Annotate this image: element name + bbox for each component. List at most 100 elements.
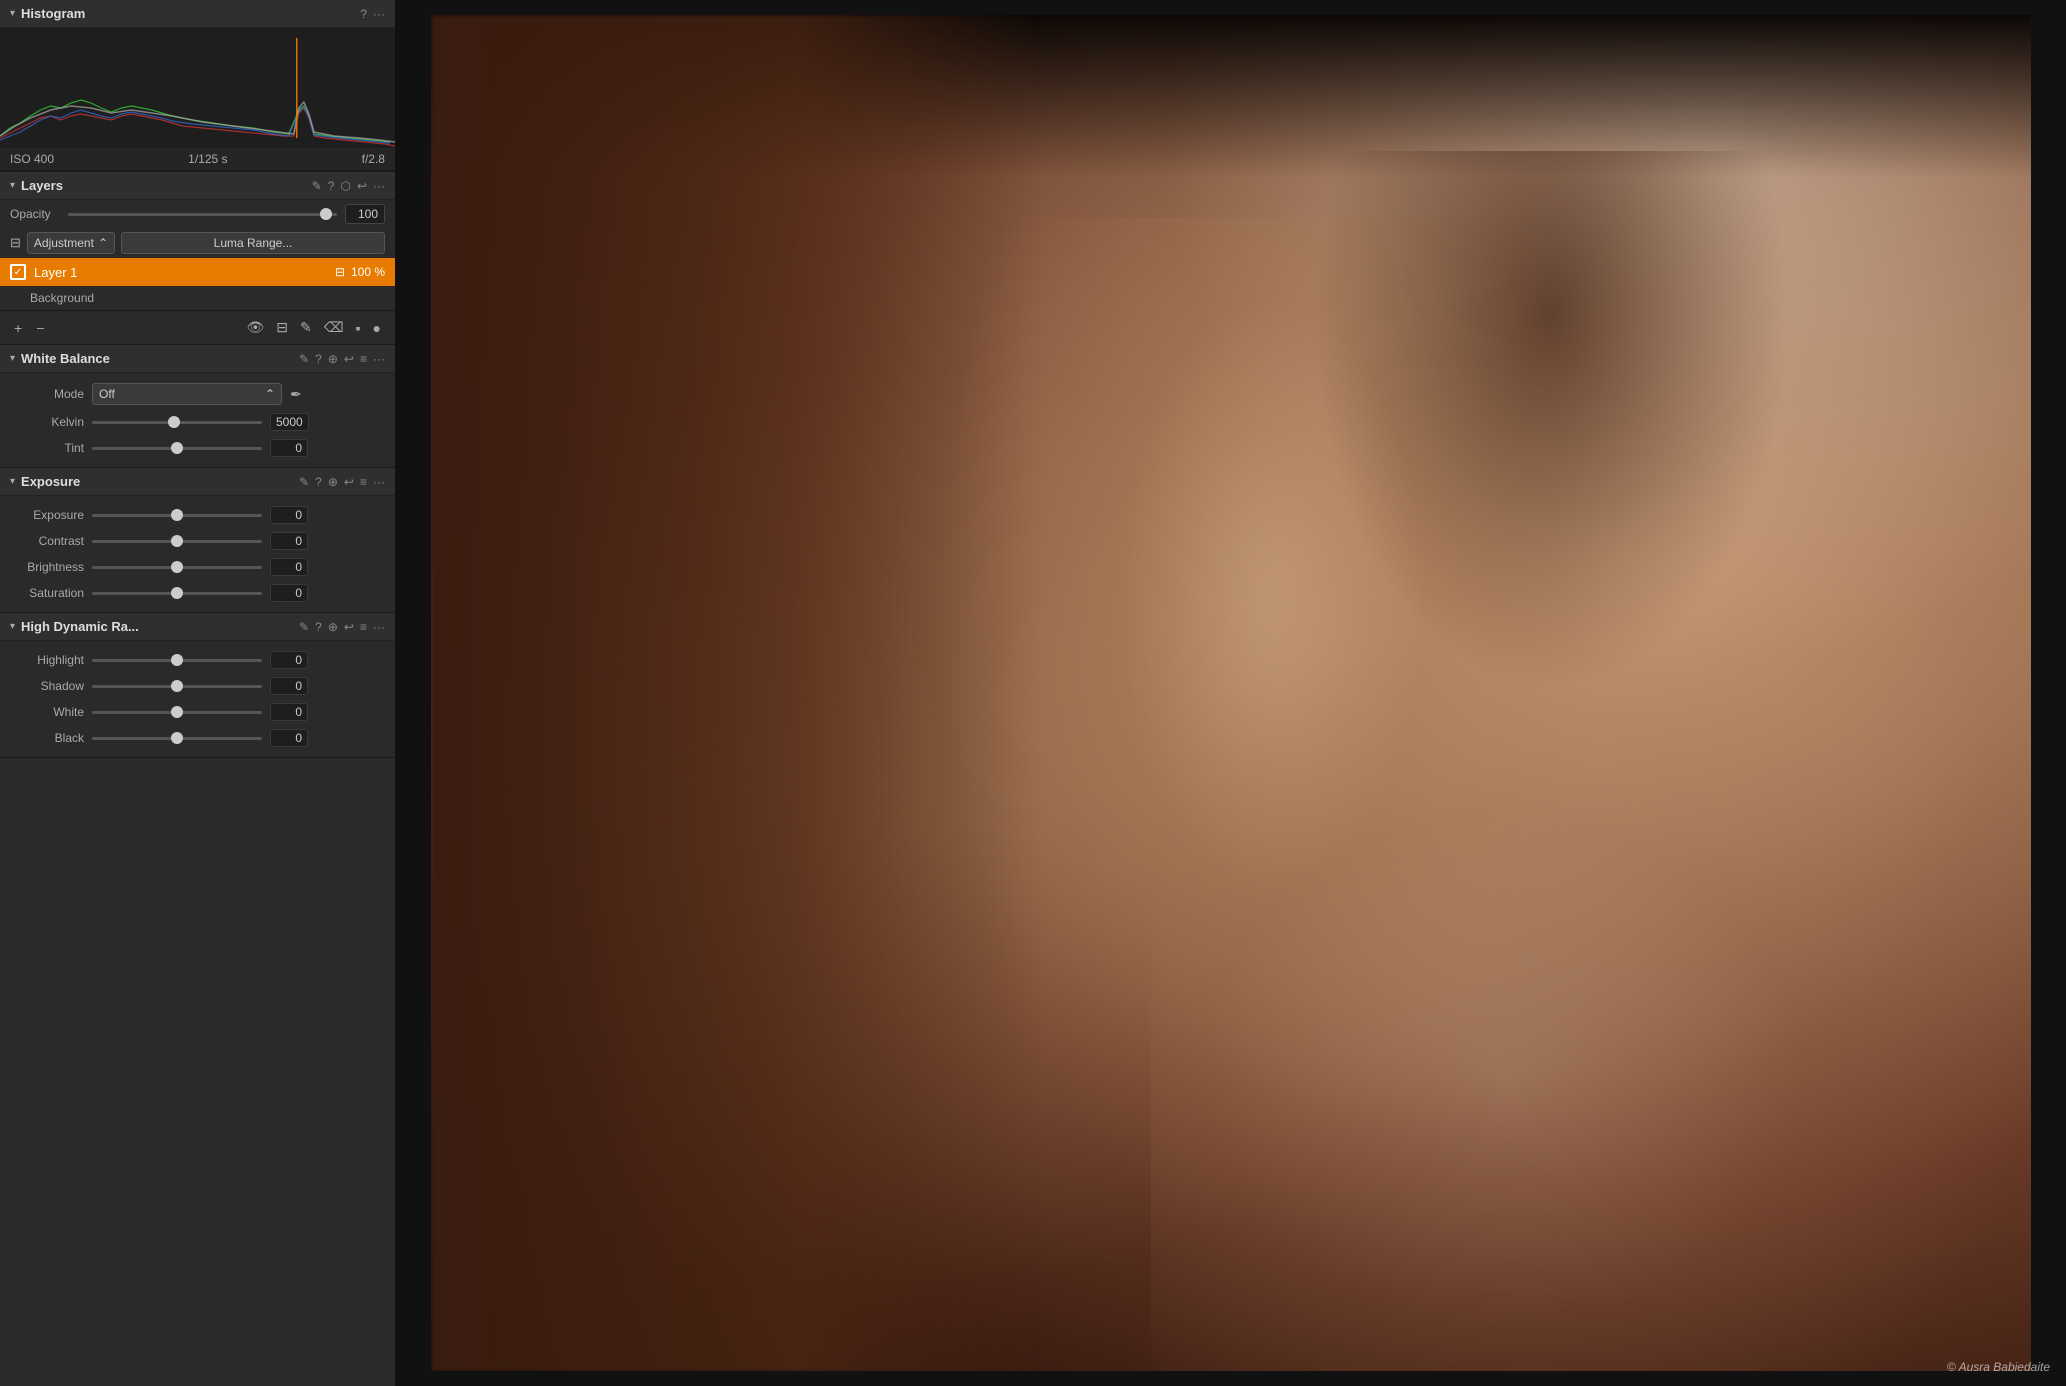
layers-header[interactable]: ▾ Layers ✎ ? ⬡ ↩ ···: [0, 172, 395, 200]
kelvin-slider[interactable]: [92, 421, 262, 424]
sliders-adjust-button[interactable]: ⊟: [272, 317, 292, 338]
hdr-pin-icon[interactable]: ⊕: [328, 620, 338, 634]
black-value[interactable]: 0: [270, 729, 308, 747]
photo-background: [431, 15, 2031, 1371]
exposure-thumb[interactable]: [171, 509, 183, 521]
adjustment-arrow-icon: ⌃: [98, 236, 108, 250]
sliders-icon: ⊟: [10, 235, 21, 251]
wb-question-icon[interactable]: ?: [315, 352, 322, 366]
mode-chevron-icon: ⌃: [265, 387, 275, 401]
remove-layer-button[interactable]: −: [32, 318, 48, 338]
histogram-info: ISO 400 1/125 s f/2.8: [0, 148, 395, 171]
add-layer-button[interactable]: +: [10, 318, 26, 338]
exposure-row: Exposure 0: [0, 502, 395, 528]
saturation-slider[interactable]: [92, 592, 262, 595]
exp-menu-icon[interactable]: ≡: [360, 475, 367, 489]
wb-menu-icon[interactable]: ≡: [360, 352, 367, 366]
white-row: White 0: [0, 699, 395, 725]
layer-1-checkbox[interactable]: ✓: [10, 264, 26, 280]
brightness-thumb[interactable]: [171, 561, 183, 573]
hdr-header[interactable]: ▾ High Dynamic Ra... ✎ ? ⊕ ↩ ≡ ···: [0, 613, 395, 641]
layer-1-item[interactable]: ✓ Layer 1 ⊟ 100 %: [0, 258, 395, 286]
black-slider[interactable]: [92, 737, 262, 740]
white-slider[interactable]: [92, 711, 262, 714]
brightness-value[interactable]: 0: [270, 558, 308, 576]
black-label: Black: [12, 731, 84, 745]
saturation-value[interactable]: 0: [270, 584, 308, 602]
wb-undo-icon[interactable]: ↩: [344, 352, 354, 366]
exp-pencil-icon[interactable]: ✎: [299, 475, 309, 489]
photo-window-light: [1711, 15, 2031, 693]
histogram-question-icon[interactable]: ?: [360, 7, 367, 21]
contrast-thumb[interactable]: [171, 535, 183, 547]
exposure-value[interactable]: 0: [270, 506, 308, 524]
layers-ellipsis-icon[interactable]: ···: [373, 179, 385, 193]
layers-title: Layers: [21, 178, 312, 193]
eye-visibility-button[interactable]: 👁: [243, 317, 269, 338]
kelvin-label: Kelvin: [12, 415, 84, 429]
opacity-label: Opacity: [10, 207, 60, 221]
highlight-slider[interactable]: [92, 659, 262, 662]
adjustment-dropdown[interactable]: Adjustment ⌃: [27, 232, 115, 254]
wb-eyedropper-icon[interactable]: ✒: [290, 386, 302, 403]
histogram-aperture: f/2.8: [362, 152, 385, 166]
opacity-value[interactable]: 100: [345, 204, 385, 224]
highlight-value[interactable]: 0: [270, 651, 308, 669]
photo-frame: [431, 15, 2031, 1371]
tint-slider[interactable]: [92, 447, 262, 450]
contrast-label: Contrast: [12, 534, 84, 548]
contrast-value[interactable]: 0: [270, 532, 308, 550]
kelvin-value[interactable]: 5000: [270, 413, 309, 431]
kelvin-thumb[interactable]: [168, 416, 180, 428]
white-value[interactable]: 0: [270, 703, 308, 721]
hdr-ellipsis-icon[interactable]: ···: [373, 620, 385, 634]
histogram-header[interactable]: ▾ Histogram ? ···: [0, 0, 395, 28]
wb-pencil-icon[interactable]: ✎: [299, 352, 309, 366]
layer-toolbar-icons: 👁 ⊟ ✎ ⌫ ▪ ●: [243, 317, 385, 338]
white-balance-section: ▾ White Balance ✎ ? ⊕ ↩ ≡ ··· Mode Off ⌃…: [0, 345, 395, 468]
hdr-pencil-icon[interactable]: ✎: [299, 620, 309, 634]
saturation-thumb[interactable]: [171, 587, 183, 599]
shadow-value[interactable]: 0: [270, 677, 308, 695]
wb-ellipsis-icon[interactable]: ···: [373, 352, 385, 366]
opacity-slider[interactable]: [68, 213, 337, 216]
contrast-slider[interactable]: [92, 540, 262, 543]
mode-dropdown[interactable]: Off ⌃: [92, 383, 282, 405]
photo-fabric-area: [1151, 625, 2031, 1371]
exposure-content: Exposure 0 Contrast 0 Brightness: [0, 496, 395, 612]
histogram-ellipsis-icon[interactable]: ···: [373, 7, 385, 21]
white-balance-header[interactable]: ▾ White Balance ✎ ? ⊕ ↩ ≡ ···: [0, 345, 395, 373]
highlight-thumb[interactable]: [171, 654, 183, 666]
brightness-slider[interactable]: [92, 566, 262, 569]
exposure-header[interactable]: ▾ Exposure ✎ ? ⊕ ↩ ≡ ···: [0, 468, 395, 496]
hdr-undo-icon[interactable]: ↩: [344, 620, 354, 634]
tint-thumb[interactable]: [171, 442, 183, 454]
luma-range-button[interactable]: Luma Range...: [121, 232, 385, 254]
layers-undo-icon[interactable]: ↩: [357, 179, 367, 193]
square-mask-button[interactable]: ▪: [352, 317, 365, 338]
layers-pencil-icon[interactable]: ✎: [312, 179, 322, 193]
exp-undo-icon[interactable]: ↩: [344, 475, 354, 489]
exposure-slider[interactable]: [92, 514, 262, 517]
shadow-slider[interactable]: [92, 685, 262, 688]
shadow-thumb[interactable]: [171, 680, 183, 692]
brush-paint-button[interactable]: ✎: [296, 317, 316, 338]
exp-question-icon[interactable]: ?: [315, 475, 322, 489]
exp-ellipsis-icon[interactable]: ···: [373, 475, 385, 489]
hdr-menu-icon[interactable]: ≡: [360, 620, 367, 634]
mode-label: Mode: [12, 387, 84, 401]
histogram-chevron: ▾: [10, 8, 15, 19]
opacity-thumb[interactable]: [320, 208, 332, 220]
white-thumb[interactable]: [171, 706, 183, 718]
background-label: Background: [30, 291, 94, 305]
black-thumb[interactable]: [171, 732, 183, 744]
eraser-button[interactable]: ⌫: [320, 317, 348, 338]
wb-pin-icon[interactable]: ⊕: [328, 352, 338, 366]
hdr-question-icon[interactable]: ?: [315, 620, 322, 634]
layers-redirect-icon[interactable]: ⬡: [340, 179, 350, 193]
tint-value[interactable]: 0: [270, 439, 308, 457]
layers-question-icon[interactable]: ?: [328, 179, 335, 193]
exp-pin-icon[interactable]: ⊕: [328, 475, 338, 489]
histogram-header-icons: ? ···: [360, 7, 385, 21]
circle-button[interactable]: ●: [369, 317, 385, 338]
